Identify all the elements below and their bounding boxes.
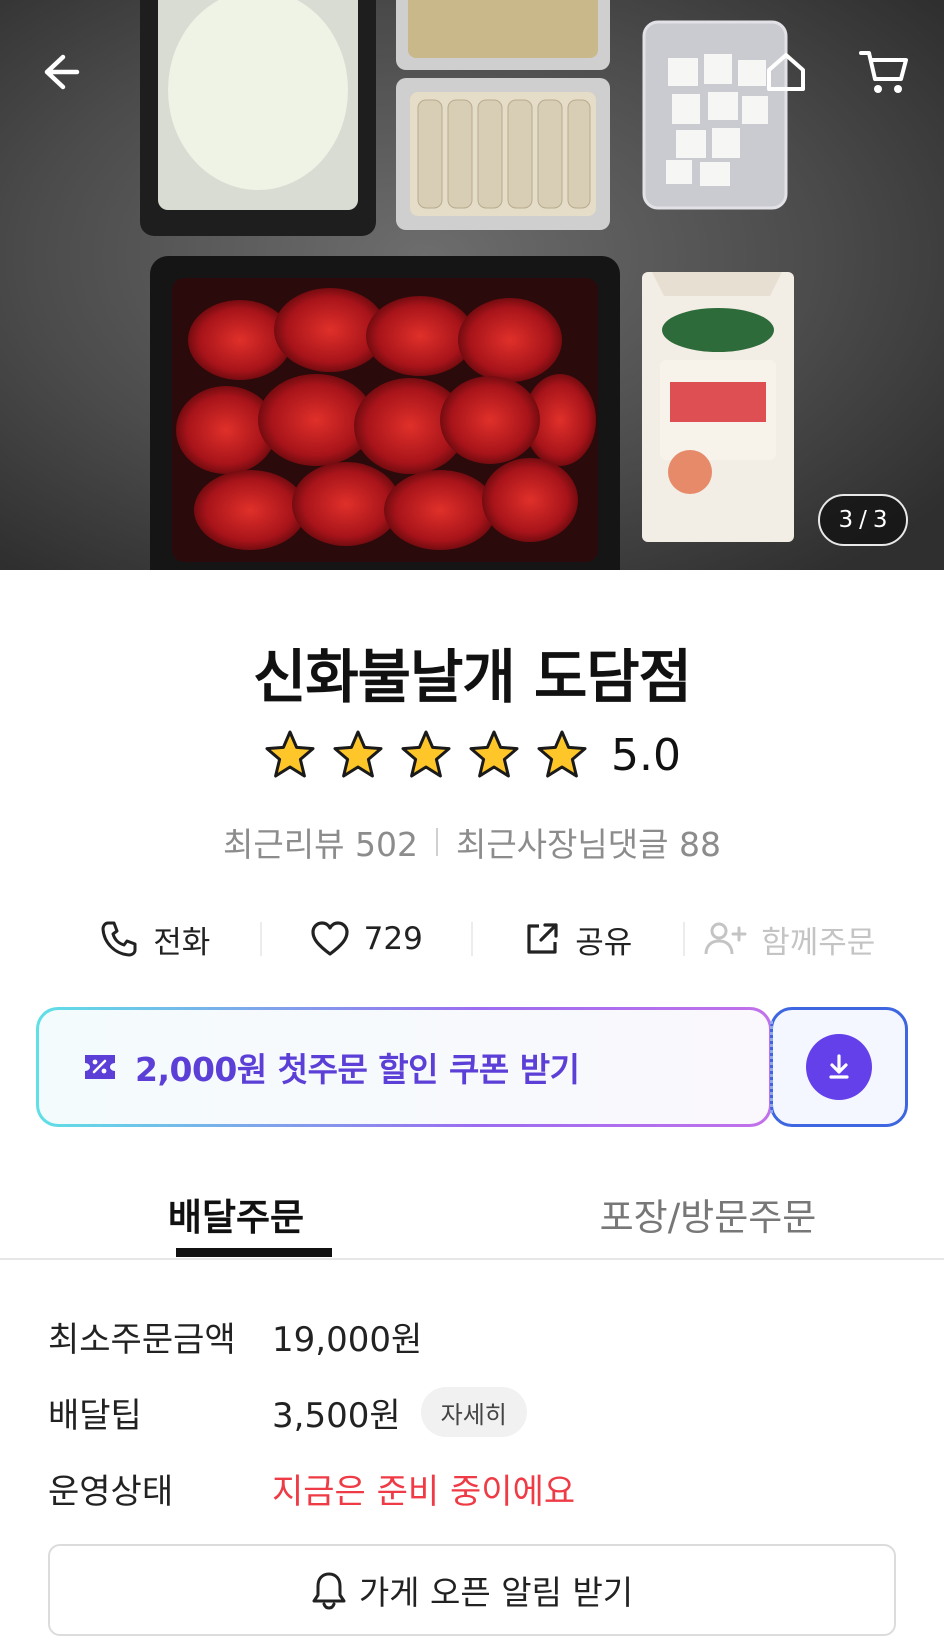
group-order-label: 함께주문	[761, 924, 876, 961]
photo-page-indicator: 3 / 3	[818, 494, 908, 546]
status-label: 운영상태	[48, 1471, 174, 1512]
status-value: 지금은 준비 중이에요	[272, 1471, 576, 1512]
star-icon	[265, 730, 315, 778]
rating-value: 5.0	[611, 729, 681, 781]
min-order-row: 최소주문금액 19,000원	[48, 1308, 422, 1364]
open-notification-button[interactable]: 가게 오픈 알림 받기	[48, 1544, 896, 1636]
delivery-tip-detail-button[interactable]: 자세히	[420, 1387, 527, 1437]
rating-summary[interactable]: 5.0	[0, 728, 944, 782]
top-navigation	[0, 0, 944, 150]
home-button[interactable]	[756, 42, 816, 102]
download-icon	[829, 1054, 849, 1079]
add-person-icon	[704, 922, 747, 955]
page-separator: /	[859, 507, 867, 533]
star-icon	[537, 730, 587, 778]
divider	[435, 828, 438, 856]
tab-delivery[interactable]: 배달주문	[0, 1170, 472, 1258]
first-order-coupon[interactable]: 2,000원 첫주문 할인 쿠폰 받기	[36, 1007, 908, 1127]
store-name: 신화불날개 도담점	[252, 643, 692, 711]
group-order-button[interactable]: 함께주문	[685, 908, 895, 970]
order-type-tabs: 배달주문 포장/방문주문	[0, 1170, 944, 1260]
tab-pickup[interactable]: 포장/방문주문	[472, 1170, 944, 1258]
delivery-tip-row: 배달팁 3,500원 자세히	[48, 1384, 527, 1440]
cart-button[interactable]	[852, 42, 916, 102]
store-actions: 전화 729 공유 함께주문	[50, 908, 894, 970]
recent-reviews-link[interactable]: 최근리뷰 502	[223, 818, 418, 866]
call-label: 전화	[153, 924, 211, 961]
share-icon	[527, 923, 558, 954]
coupon-divider	[770, 1021, 773, 1113]
share-button[interactable]: 공유	[473, 908, 683, 970]
like-count: 729	[363, 921, 423, 957]
star-icon	[401, 730, 451, 778]
arrow-left-icon	[44, 54, 80, 90]
coupon-text: 2,000원 첫주문 할인 쿠폰 받기	[135, 1050, 580, 1089]
call-button[interactable]: 전화	[50, 908, 260, 970]
page-current: 3	[838, 507, 854, 533]
active-tab-indicator	[176, 1248, 332, 1257]
coupon-download-button[interactable]	[770, 1007, 908, 1127]
coupon-body[interactable]: 2,000원 첫주문 할인 쿠폰 받기	[39, 1010, 769, 1124]
home-icon	[767, 53, 805, 91]
phone-icon	[101, 921, 137, 957]
share-label: 공유	[575, 924, 633, 961]
delivery-tip-value: 3,500원	[272, 1395, 401, 1436]
like-button[interactable]: 729	[262, 908, 472, 970]
cart-icon	[859, 51, 908, 93]
star-icon	[469, 730, 519, 778]
review-counts: 최근리뷰 502 최근사장님댓글 88	[0, 818, 944, 866]
heart-icon	[311, 921, 349, 956]
download-circle	[806, 1034, 872, 1100]
delivery-tip-label: 배달팁	[48, 1395, 142, 1436]
status-row: 운영상태 지금은 준비 중이에요	[48, 1460, 575, 1516]
store-photo-carousel[interactable]: 3 / 3	[0, 0, 944, 570]
bell-icon	[312, 1572, 346, 1610]
back-button[interactable]	[30, 42, 90, 102]
coupon-icon	[85, 1055, 115, 1079]
min-order-label: 최소주문금액	[48, 1319, 236, 1360]
page-total: 3	[872, 507, 888, 533]
min-order-value: 19,000원	[272, 1319, 423, 1360]
owner-replies-link[interactable]: 최근사장님댓글 88	[456, 818, 721, 866]
star-icon	[333, 730, 383, 778]
open-notification-label: 가게 오픈 알림 받기	[358, 1573, 634, 1612]
